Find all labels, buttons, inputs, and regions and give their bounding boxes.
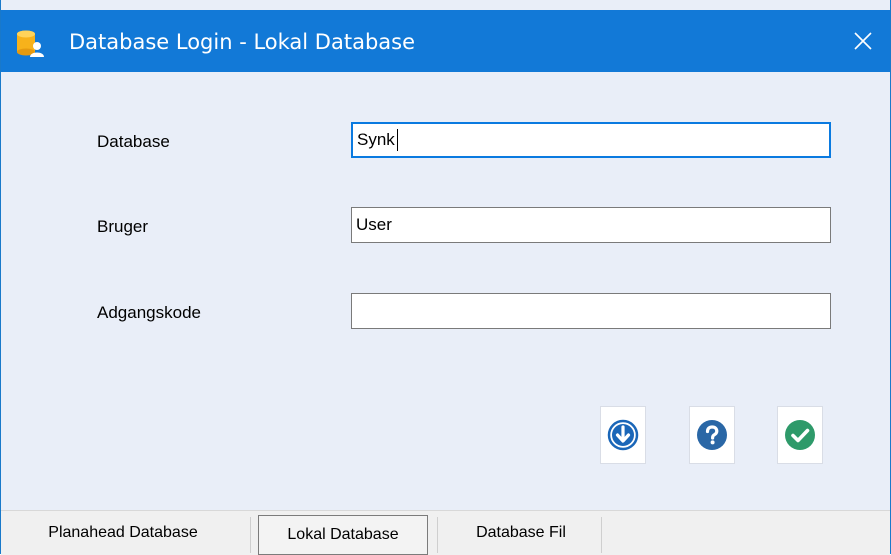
user-label: Bruger [97,217,149,236]
tab-planahead-database[interactable]: Planahead Database [1,513,245,553]
user-field[interactable] [351,207,831,243]
tab-lokal-database[interactable]: Lokal Database [258,515,428,555]
close-icon [854,32,872,50]
download-button[interactable] [600,406,646,464]
ok-button[interactable] [777,406,823,464]
password-field[interactable] [351,293,831,329]
close-button[interactable] [836,10,890,72]
window-title: Database Login - Lokal Database [69,30,416,54]
database-user-icon [17,30,44,57]
title-bar[interactable]: Database Login - Lokal Database [1,10,890,72]
tab-separator [250,517,251,553]
login-window: Database Login - Lokal Database Database… [0,0,891,555]
database-label: Database [97,132,170,151]
database-field[interactable] [351,122,831,158]
question-circle-icon [697,420,727,450]
text-caret [397,129,398,151]
password-label: Adgangskode [97,303,201,322]
tab-separator [601,517,602,553]
tab-separator [437,517,438,553]
arrow-down-circle-icon [607,419,639,451]
tab-database-fil[interactable]: Database Fil [441,513,601,553]
tab-label: Planahead Database [48,524,198,541]
check-circle-icon [785,420,815,450]
tab-strip: Planahead Database Lokal Database Databa… [1,510,890,555]
help-button[interactable] [689,406,735,464]
tab-label: Database Fil [476,524,566,541]
tab-label: Lokal Database [287,526,399,543]
